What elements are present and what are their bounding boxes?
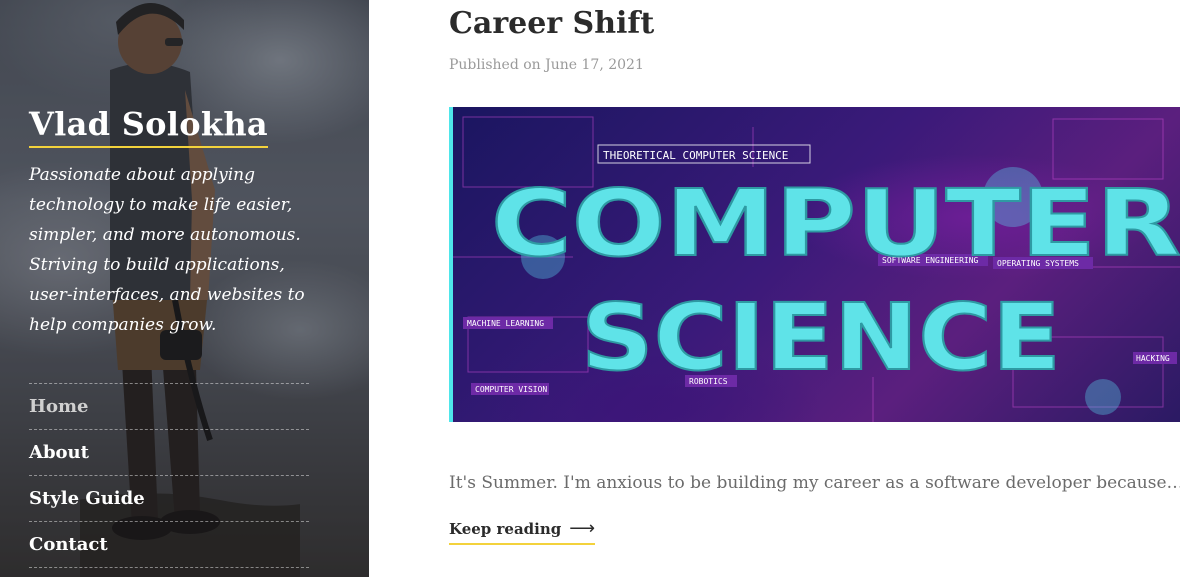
nav-item-label: Home — [29, 396, 89, 417]
post-title[interactable]: Career Shift — [449, 4, 654, 44]
sidebar: Vlad Solokha Passionate about applying t… — [0, 0, 369, 577]
nav-item-home[interactable]: Home — [29, 384, 309, 430]
hero-banner-text: THEORETICAL COMPUTER SCIENCE — [603, 149, 788, 162]
nav-item-contact[interactable]: Contact — [29, 522, 309, 568]
nav-item-about[interactable]: About — [29, 430, 309, 476]
nav-item-style-guide[interactable]: Style Guide — [29, 476, 309, 522]
arrow-right-icon: ⟶ — [569, 518, 596, 539]
hero-label: HACKING — [1136, 354, 1170, 363]
hero-label: COMPUTER VISION — [475, 385, 547, 394]
main-nav: Home About Style Guide Contact — [29, 383, 309, 568]
site-title[interactable]: Vlad Solokha — [29, 104, 268, 148]
post-date: Published on June 17, 2021 — [449, 57, 644, 73]
site-tagline: Passionate about applying technology to … — [29, 165, 305, 335]
nav-item-label: Style Guide — [29, 488, 145, 509]
nav-item-label: Contact — [29, 534, 108, 555]
hero-label: MACHINE LEARNING — [467, 319, 544, 328]
post-excerpt: It's Summer. I'm anxious to be building … — [449, 473, 1180, 493]
hero-word-computer: COMPUTER — [491, 170, 1180, 277]
hero-word-science: SCIENCE — [581, 284, 1061, 391]
computer-science-illustration: THEORETICAL COMPUTER SCIENCE MACHINE LEA… — [453, 116, 1180, 422]
keep-reading-link[interactable]: Keep reading ⟶ — [449, 518, 596, 545]
post-featured-image[interactable]: THEORETICAL COMPUTER SCIENCE MACHINE LEA… — [449, 107, 1180, 422]
nav-item-label: About — [29, 442, 89, 463]
keep-reading-label: Keep reading — [449, 520, 562, 538]
